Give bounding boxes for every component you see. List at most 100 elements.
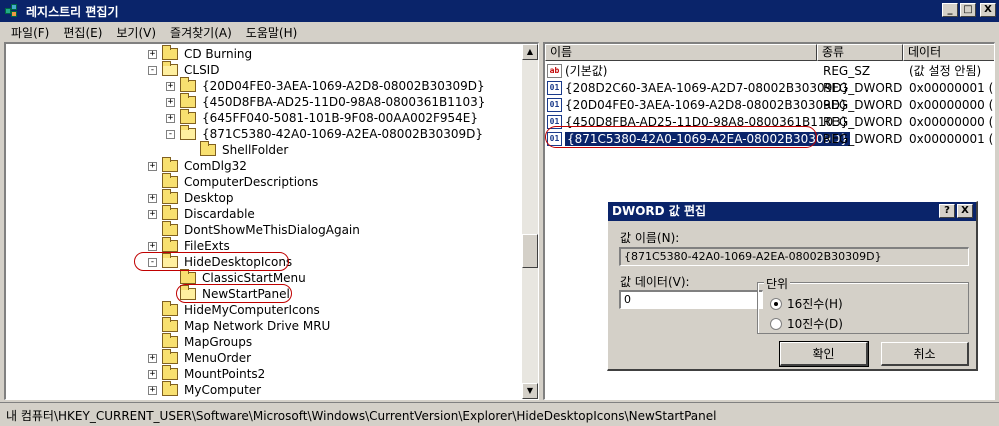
expand-icon[interactable]: +: [148, 385, 157, 395]
tree-item-label: ShellFolder: [222, 143, 289, 157]
base-groupbox: 단위 16진수(H) 10진수(D): [757, 275, 969, 334]
scroll-thumb[interactable]: [522, 234, 538, 268]
close-button[interactable]: X: [980, 3, 996, 17]
tree-item[interactable]: NewStartPanel: [166, 285, 292, 302]
value-type: REG_DWORD: [823, 80, 903, 95]
tree-item[interactable]: + {645FF040-5081-101B-9F08-00AA002F954E}: [166, 109, 480, 126]
value-data-label: 값 데이터(V):: [620, 275, 690, 289]
tree-item[interactable]: + MountPoints2: [148, 365, 267, 382]
expand-icon[interactable]: +: [148, 193, 157, 203]
column-header-name[interactable]: 이름: [545, 44, 817, 61]
collapse-icon[interactable]: -: [166, 129, 175, 139]
scroll-down-arrow-icon[interactable]: ▼: [522, 383, 538, 399]
tree-item[interactable]: + Discardable: [148, 205, 257, 222]
value-name: {871C5380-42A0-1069-A2EA-08002B30309D}: [564, 130, 851, 147]
expand-icon[interactable]: +: [166, 81, 175, 91]
value-name-cell: 01 {450D8FBA-AD25-11D0-98A8-0800361B1103}: [547, 114, 849, 129]
menu-bar: 파일(F) 편집(E) 보기(V) 즐겨찾기(A) 도움말(H): [0, 22, 999, 42]
ok-button[interactable]: 확인: [779, 341, 869, 367]
collapse-icon[interactable]: -: [148, 65, 157, 75]
expand-icon[interactable]: +: [166, 113, 175, 123]
radio-dec-indicator[interactable]: [770, 317, 782, 330]
tree-item[interactable]: ShellFolder: [186, 141, 290, 158]
value-data-input[interactable]: 0: [619, 290, 763, 309]
tree-item[interactable]: + {450D8FBA-AD25-11D0-98A8-0800361B1103}: [166, 93, 487, 110]
expand-icon[interactable]: +: [148, 241, 157, 251]
folder-icon: [162, 221, 178, 236]
dialog-body: 값 이름(N): {871C5380-42A0-1069-A2EA-08002B…: [608, 221, 976, 370]
radio-hex-indicator[interactable]: [770, 297, 782, 310]
expand-icon[interactable]: +: [148, 161, 157, 171]
status-bar: 내 컴퓨터\HKEY_CURRENT_USER\Software\Microso…: [0, 402, 999, 426]
menu-help[interactable]: 도움말(H): [239, 24, 305, 41]
radio-dec[interactable]: 10진수(D): [770, 315, 843, 332]
minimize-button[interactable]: _: [942, 3, 958, 17]
tree-item-label: DontShowMeThisDialogAgain: [184, 223, 360, 237]
value-data: (값 설정 안됨): [909, 64, 982, 78]
expand-icon[interactable]: +: [148, 209, 157, 219]
collapse-icon[interactable]: -: [148, 257, 157, 267]
scroll-up-arrow-icon[interactable]: ▲: [522, 44, 538, 60]
value-row[interactable]: 01 {871C5380-42A0-1069-A2EA-08002B30309D}…: [545, 130, 994, 147]
value-data: 0x00000000 (0): [909, 97, 994, 112]
tree-item[interactable]: - CLSID: [148, 61, 221, 78]
value-data: 0x00000001 (1): [909, 80, 994, 95]
column-header-data[interactable]: 데이터: [903, 44, 994, 61]
value-type: REG_DWORD: [823, 114, 903, 129]
tree-item[interactable]: - {871C5380-42A0-1069-A2EA-08002B30309D}: [166, 125, 485, 142]
value-type: REG_SZ: [823, 63, 871, 78]
maximize-button[interactable]: □: [960, 3, 976, 17]
dialog-close-button[interactable]: X: [957, 204, 973, 218]
value-name: {450D8FBA-AD25-11D0-98A8-0800361B1103}: [565, 114, 849, 129]
tree-scrollbar[interactable]: ▲ ▼: [522, 44, 538, 399]
tree-item[interactable]: + MyComputer: [148, 381, 263, 398]
menu-file[interactable]: 파일(F): [4, 24, 56, 41]
tree-item[interactable]: MapGroups: [148, 333, 254, 350]
expand-icon[interactable]: +: [166, 97, 175, 107]
tree-item[interactable]: + Desktop: [148, 189, 236, 206]
tree-item-label: ClassicStartMenu: [202, 271, 306, 285]
folder-icon: [162, 205, 178, 220]
value-row[interactable]: 01 {450D8FBA-AD25-11D0-98A8-0800361B1103}…: [545, 113, 994, 130]
folder-icon: [180, 109, 196, 124]
folder-open-icon: [180, 125, 196, 140]
dword-edit-dialog: DWORD 값 편집 ? X 값 이름(N): {871C5380-42A0-1…: [607, 201, 978, 371]
cancel-button[interactable]: 취소: [881, 342, 969, 366]
tree-item[interactable]: ComputerDescriptions: [148, 173, 320, 190]
tree-item[interactable]: + ComDlg32: [148, 157, 249, 174]
dialog-title: DWORD 값 편집: [612, 204, 707, 218]
help-button[interactable]: ?: [939, 204, 955, 218]
value-row[interactable]: 01 {20D04FE0-3AEA-1069-A2D8-08002B30309D}…: [545, 96, 994, 113]
tree-item[interactable]: - HideDesktopIcons: [148, 253, 294, 270]
expand-icon[interactable]: +: [148, 353, 157, 363]
tree-item[interactable]: ClassicStartMenu: [166, 269, 308, 286]
value-row[interactable]: 01 {208D2C60-3AEA-1069-A2D7-08002B30309D}…: [545, 79, 994, 96]
registry-tree[interactable]: + CD Burning - CLSID + {20D04FE0-3AEA-1069-A2…: [4, 42, 539, 400]
tree-item-label: {871C5380-42A0-1069-A2EA-08002B30309D}: [202, 127, 483, 141]
tree-item[interactable]: Map Network Drive MRU: [148, 317, 332, 334]
menu-view[interactable]: 보기(V): [109, 24, 163, 41]
tree-item[interactable]: + MenuOrder: [148, 349, 253, 366]
column-header-type[interactable]: 종류: [817, 44, 903, 61]
menu-favorites[interactable]: 즐겨찾기(A): [163, 24, 239, 41]
folder-icon: [180, 77, 196, 92]
folder-icon: [162, 173, 178, 188]
folder-icon: [162, 333, 178, 348]
expand-icon[interactable]: +: [148, 49, 157, 59]
radio-hex[interactable]: 16진수(H): [770, 295, 843, 312]
tree-item[interactable]: DontShowMeThisDialogAgain: [148, 221, 362, 238]
menu-edit[interactable]: 편집(E): [56, 24, 109, 41]
dialog-controls: ? X: [939, 204, 973, 218]
expand-icon[interactable]: +: [148, 369, 157, 379]
tree-item[interactable]: + CD Burning: [148, 45, 254, 62]
value-type: REG_DWORD: [823, 97, 903, 112]
value-row[interactable]: ab (기본값) REG_SZ (값 설정 안됨): [545, 62, 994, 79]
tree-item[interactable]: HideMyComputerIcons: [148, 301, 322, 318]
tree-item[interactable]: + {20D04FE0-3AEA-1069-A2D8-08002B30309D}: [166, 77, 487, 94]
folder-open-icon: [162, 61, 178, 76]
tree-item[interactable]: + FileExts: [148, 237, 232, 254]
window-controls: _ □ X: [942, 3, 996, 17]
